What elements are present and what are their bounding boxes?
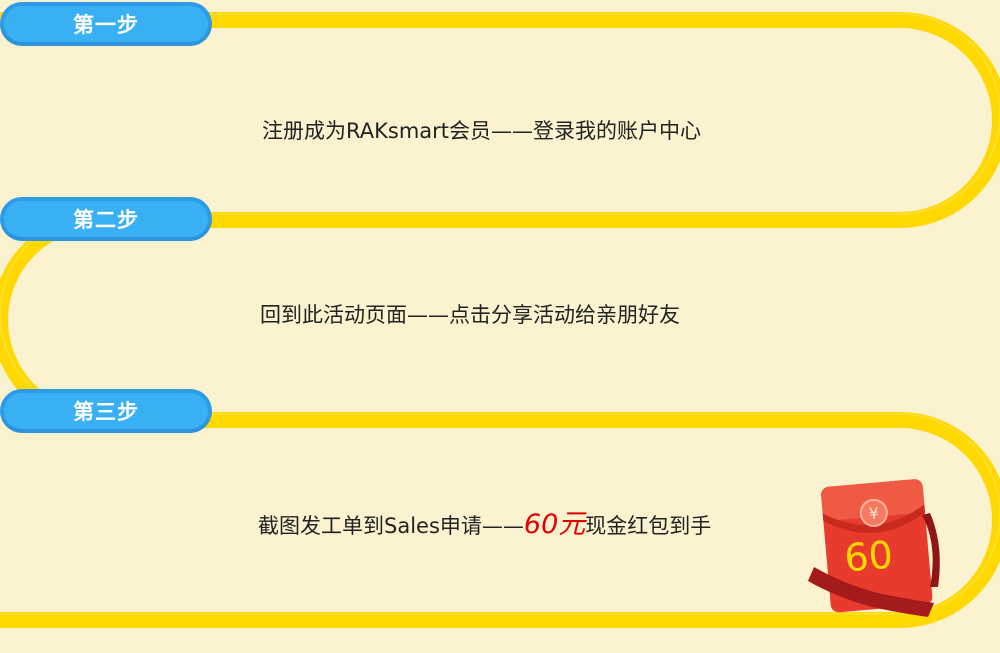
step-3-text: 截图发工单到Sales申请——60元现金红包到手: [258, 511, 711, 538]
red-packet-amount: 60: [843, 532, 895, 580]
step-3-text-before: 截图发工单到Sales申请——: [258, 514, 524, 538]
step-2-badge: 第二步: [0, 197, 212, 241]
yen-symbol: ¥: [868, 503, 880, 523]
step-3-text-after: 现金红包到手: [585, 514, 712, 538]
activity-steps-canvas: 第一步 注册成为RAKsmart会员——登录我的账户中心 第二步 回到此活动页面…: [0, 0, 1000, 653]
step-1-label: 第一步: [4, 6, 208, 42]
red-packet-icon: ¥ 60: [808, 479, 940, 617]
step-1-text: 注册成为RAKsmart会员——登录我的账户中心: [262, 119, 702, 143]
step-3-label: 第三步: [4, 393, 208, 429]
step-2-text: 回到此活动页面——点击分享活动给亲朋好友: [260, 303, 680, 327]
step-2-label: 第二步: [4, 201, 208, 237]
step-3-badge: 第三步: [0, 389, 212, 433]
step-3-highlight-amount: 60元: [523, 509, 586, 540]
step-1-badge: 第一步: [0, 2, 212, 46]
